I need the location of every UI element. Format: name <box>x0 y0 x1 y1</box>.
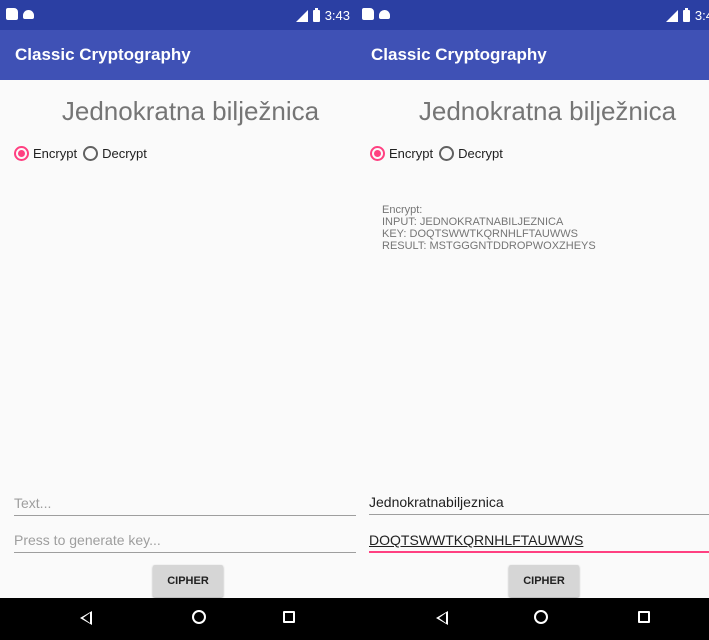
app-title: Classic Cryptography <box>371 45 547 64</box>
sd-card-icon <box>6 8 18 20</box>
encrypt-radio-label[interactable]: Encrypt <box>389 146 433 161</box>
app-title: Classic Cryptography <box>15 45 191 64</box>
back-icon[interactable] <box>80 611 92 625</box>
app-bar: Classic Cryptography <box>0 30 356 80</box>
cipher-button[interactable]: CIPHER <box>153 565 223 597</box>
battery-icon <box>682 7 690 22</box>
status-time: 3:4 <box>694 8 709 23</box>
status-time: 3:43 <box>324 8 350 23</box>
result-line: INPUT: JEDNOKRATNABILJEZNICA <box>382 216 564 228</box>
recents-icon[interactable] <box>638 611 650 623</box>
key-input-placeholder: Press to generate key... <box>14 532 161 548</box>
status-indicators: 3:43 <box>295 7 350 23</box>
decrypt-radio-label[interactable]: Decrypt <box>102 146 147 161</box>
cipher-button[interactable]: CIPHER <box>509 565 579 597</box>
right-screen: 3:4 Classic Cryptography Jednokratna bil… <box>356 0 709 640</box>
decrypt-radio-label[interactable]: Decrypt <box>458 146 503 161</box>
navigation-bar <box>0 598 356 640</box>
encrypt-radio[interactable] <box>370 146 385 161</box>
home-icon[interactable] <box>534 610 548 624</box>
navigation-bar <box>356 598 709 640</box>
result-output: Encrypt: INPUT: JEDNOKRATNABILJEZNICA KE… <box>382 204 596 252</box>
android-debug-icon <box>23 8 35 20</box>
android-debug-icon <box>379 8 391 20</box>
decrypt-radio[interactable] <box>439 146 455 161</box>
sd-card-icon <box>362 8 374 20</box>
status-bar: 3:43 <box>0 0 356 30</box>
text-input-underline <box>369 514 709 515</box>
encrypt-radio-label[interactable]: Encrypt <box>33 146 77 161</box>
mode-radio-group: Encrypt Decrypt <box>14 146 153 161</box>
page-title: Jednokratna bilježnica <box>418 96 677 126</box>
app-bar: Classic Cryptography <box>356 30 709 80</box>
page-title: Jednokratna bilježnica <box>61 96 320 126</box>
key-input-underline <box>14 552 356 553</box>
text-input-underline <box>14 515 356 516</box>
recents-icon[interactable] <box>283 611 295 623</box>
status-bar: 3:4 <box>356 0 709 30</box>
mode-radio-group: Encrypt Decrypt <box>370 146 509 161</box>
key-input-value: DOQTSWWTKQRNHLFTAUWWS <box>369 532 584 548</box>
result-line: RESULT: MSTGGGNTDDROPWOXZHEYS <box>382 240 596 252</box>
back-icon[interactable] <box>436 611 448 625</box>
lte-signal-icon <box>665 9 678 22</box>
decrypt-radio[interactable] <box>83 146 99 161</box>
lte-signal-icon <box>295 9 308 22</box>
key-input-underline <box>369 551 709 553</box>
key-input[interactable]: DOQTSWWTKQRNHLFTAUWWS <box>369 527 709 553</box>
left-screen: 3:43 Classic Cryptography Jednokratna bi… <box>0 0 356 640</box>
battery-icon <box>312 7 320 22</box>
encrypt-radio[interactable] <box>14 146 29 161</box>
home-icon[interactable] <box>192 610 206 624</box>
text-input[interactable]: Text... <box>14 490 356 516</box>
key-input[interactable]: Press to generate key... <box>14 527 356 553</box>
text-input[interactable]: Jednokratnabiljeznica <box>369 489 709 515</box>
text-input-placeholder: Text... <box>14 495 52 511</box>
result-line: KEY: DOQTSWWTKQRNHLFTAUWWS <box>382 228 578 240</box>
status-indicators: 3:4 <box>665 7 709 23</box>
text-input-value: Jednokratnabiljeznica <box>369 494 504 510</box>
result-line: Encrypt: <box>382 204 423 216</box>
